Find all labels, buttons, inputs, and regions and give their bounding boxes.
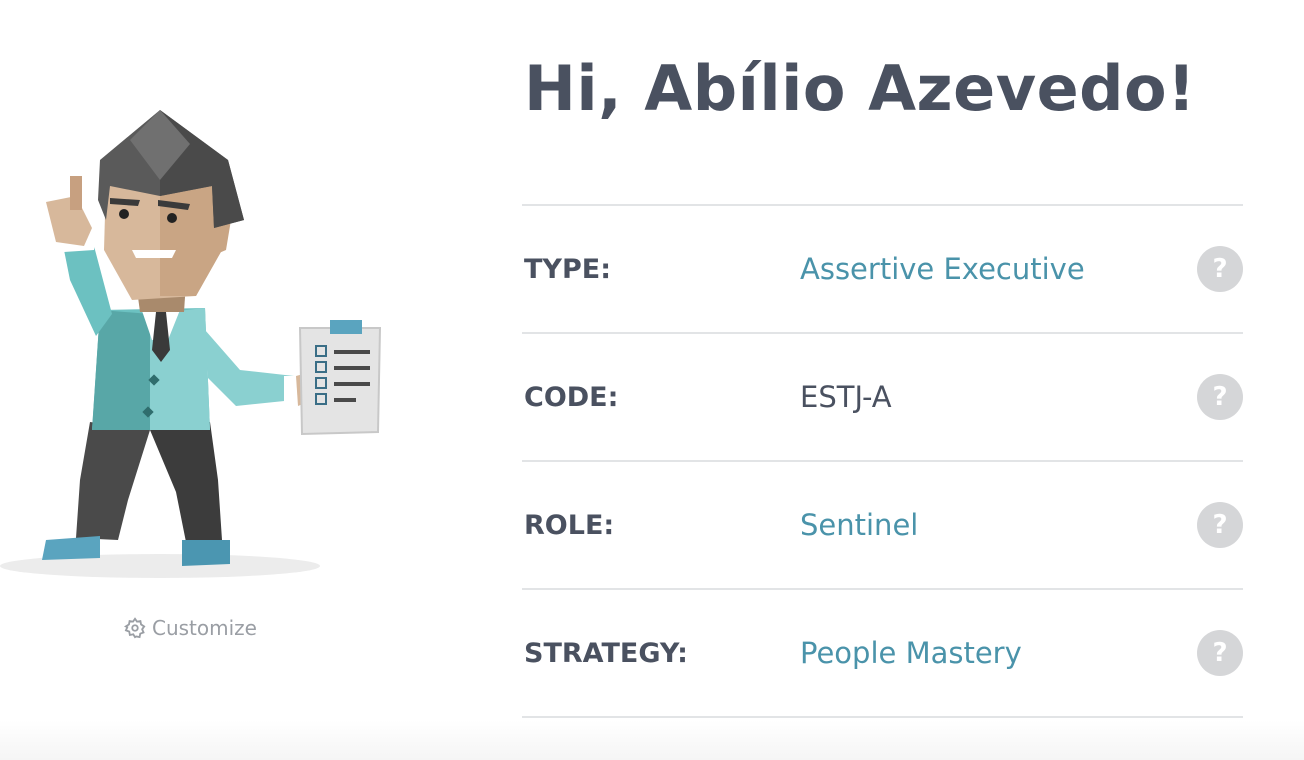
help-icon[interactable]: ? — [1197, 374, 1243, 420]
gear-icon — [124, 617, 146, 639]
customize-label: Customize — [152, 616, 257, 640]
trait-value: ESTJ-A — [800, 380, 892, 414]
page-title: Hi, Abílio Azevedo! — [524, 52, 1196, 125]
help-icon[interactable]: ? — [1197, 630, 1243, 676]
trait-value-link[interactable]: Assertive Executive — [800, 252, 1085, 286]
trait-row-type: TYPE: Assertive Executive ? — [522, 204, 1243, 332]
help-icon[interactable]: ? — [1197, 246, 1243, 292]
bottom-fade — [0, 720, 1304, 760]
trait-label: STRATEGY: — [524, 637, 688, 669]
help-icon[interactable]: ? — [1197, 502, 1243, 548]
traits-list: TYPE: Assertive Executive ? CODE: ESTJ-A… — [522, 204, 1243, 718]
trait-row-role: ROLE: Sentinel ? — [522, 460, 1243, 588]
customize-link[interactable]: Customize — [124, 616, 257, 640]
trait-row-code: CODE: ESTJ-A ? — [522, 332, 1243, 460]
avatar-illustration — [0, 100, 400, 590]
trait-row-strategy: STRATEGY: People Mastery ? — [522, 588, 1243, 718]
trait-label: ROLE: — [524, 509, 615, 541]
trait-label: TYPE: — [524, 253, 611, 285]
trait-label: CODE: — [524, 381, 619, 413]
trait-value-link[interactable]: People Mastery — [800, 636, 1022, 670]
trait-value-link[interactable]: Sentinel — [800, 508, 918, 542]
